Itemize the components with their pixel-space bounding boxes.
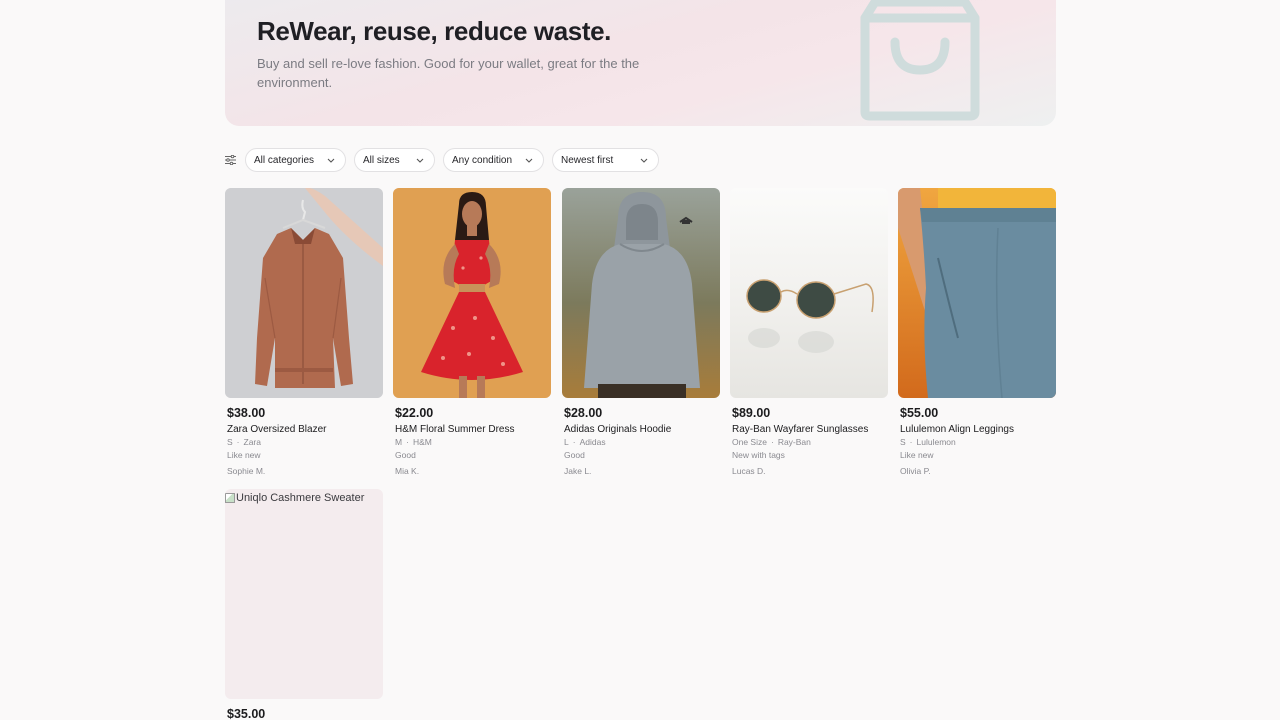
product-size: S <box>227 437 233 447</box>
hero-subtitle: Buy and sell re-love fashion. Good for y… <box>257 56 640 90</box>
product-price: $89.00 <box>732 406 771 420</box>
chevron-down-icon <box>525 155 533 166</box>
product-brand: Lululemon <box>916 437 956 447</box>
condition-filter-label: Any condition <box>452 154 513 166</box>
product-price: $28.00 <box>564 406 603 420</box>
meta-separator: · <box>406 437 409 447</box>
product-card[interactable]: $38.00 Zara Oversized Blazer S · Zara Like… <box>225 188 383 476</box>
product-brand: Zara <box>243 437 261 447</box>
product-image[interactable]: Uniqlo Cashmere Sweater <box>225 489 383 699</box>
product-condition: Like new <box>227 450 261 460</box>
product-brand: H&M <box>412 437 432 447</box>
product-seller: Sophie M. <box>227 466 266 476</box>
sliders-icon[interactable] <box>225 154 237 166</box>
shopping-bag-icon <box>855 0 985 126</box>
sort-select[interactable]: Newest first <box>552 148 659 172</box>
product-image[interactable] <box>562 188 720 398</box>
product-meta: S · Lululemon <box>898 437 1056 447</box>
product-condition: Good <box>395 450 416 460</box>
category-filter[interactable]: All categories <box>245 148 346 172</box>
size-filter-label: All sizes <box>363 154 400 166</box>
product-meta: One Size · Ray-Ban <box>730 437 888 447</box>
filter-bar: All categories All sizes Any condition N… <box>225 148 667 172</box>
product-brand: Adidas <box>579 437 606 447</box>
sort-select-label: Newest first <box>561 154 614 166</box>
meta-separator: · <box>770 437 774 447</box>
product-image[interactable] <box>898 188 1056 398</box>
product-condition: New with tags <box>732 450 785 460</box>
chevron-down-icon <box>416 155 424 166</box>
product-title[interactable]: Adidas Originals Hoodie <box>562 424 720 435</box>
product-image[interactable] <box>393 188 551 398</box>
product-seller: Mia K. <box>395 466 420 476</box>
product-title[interactable]: Lululemon Align Leggings <box>898 424 1056 435</box>
product-price: $38.00 <box>227 406 266 420</box>
product-meta: M · H&M <box>393 437 551 447</box>
broken-image-alt: Uniqlo Cashmere Sweater <box>225 492 364 504</box>
hero-banner: ReWear, reuse, reduce waste. Buy and sel… <box>225 0 1056 126</box>
chevron-down-icon <box>327 155 335 166</box>
product-condition: Good <box>564 450 585 460</box>
product-meta: L · Adidas <box>562 437 720 447</box>
product-image[interactable] <box>225 188 383 398</box>
product-price: $35.00 <box>227 707 266 720</box>
product-size: One Size <box>732 437 767 447</box>
hero-title: ReWear, reuse, reduce waste. <box>257 16 611 46</box>
product-price: $55.00 <box>900 406 939 420</box>
image-alt-text: Uniqlo Cashmere Sweater <box>236 492 365 504</box>
condition-filter[interactable]: Any condition <box>443 148 544 172</box>
product-seller: Jake L. <box>564 466 592 476</box>
product-card[interactable]: $28.00 Adidas Originals Hoodie L · Adidas … <box>562 188 720 476</box>
product-condition: Like new <box>900 450 934 460</box>
size-filter[interactable]: All sizes <box>354 148 435 172</box>
product-card[interactable]: $55.00 Lululemon Align Leggings S · Lulule… <box>898 188 1056 476</box>
broken-image-icon <box>225 493 235 503</box>
product-card[interactable]: Uniqlo Cashmere Sweater $35.00 <box>225 489 383 720</box>
product-size: M <box>395 437 403 447</box>
meta-separator: · <box>909 437 913 447</box>
meta-separator: · <box>572 437 576 447</box>
product-image[interactable] <box>730 188 888 398</box>
product-title[interactable]: Zara Oversized Blazer <box>225 424 383 435</box>
product-brand: Ray-Ban <box>777 437 811 447</box>
product-seller: Olivia P. <box>900 466 931 476</box>
meta-separator: · <box>236 437 240 447</box>
product-card[interactable]: $89.00 Ray-Ban Wayfarer Sunglasses One S… <box>730 188 888 476</box>
product-card[interactable]: $22.00 H&M Floral Summer Dress M · H&M Goo… <box>393 188 551 476</box>
product-price: $22.00 <box>395 406 434 420</box>
product-title[interactable]: H&M Floral Summer Dress <box>393 424 551 435</box>
product-title[interactable]: Ray-Ban Wayfarer Sunglasses <box>730 424 888 435</box>
product-meta: S · Zara <box>225 437 383 447</box>
category-filter-label: All categories <box>254 154 315 166</box>
product-seller: Lucas D. <box>732 466 766 476</box>
product-size: L <box>564 437 569 447</box>
chevron-down-icon <box>640 155 648 166</box>
product-size: S <box>900 437 906 447</box>
